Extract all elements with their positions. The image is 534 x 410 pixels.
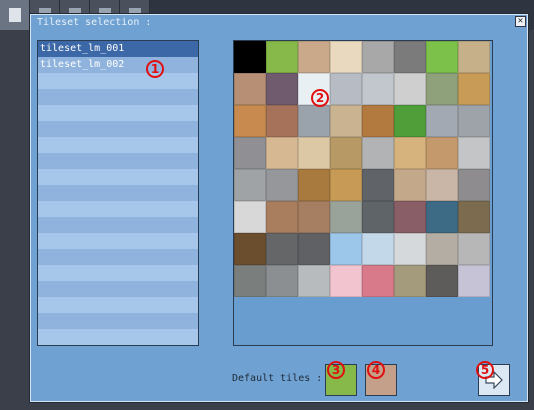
tileset-tile[interactable] [362,201,394,233]
close-button[interactable]: ✕ [515,16,526,27]
tileset-tile[interactable] [362,137,394,169]
tileset-tile[interactable] [394,137,426,169]
tileset-tile[interactable] [298,41,330,73]
tileset-tile[interactable] [362,169,394,201]
tileset-tile[interactable] [426,169,458,201]
tileset-tile[interactable] [298,169,330,201]
tileset-tile[interactable] [394,169,426,201]
tileset-tile[interactable] [458,201,490,233]
tileset-tile[interactable] [426,137,458,169]
tileset-tile[interactable] [394,233,426,265]
tileset-tile[interactable] [362,265,394,297]
tileset-tile[interactable] [394,201,426,233]
tileset-tile[interactable] [234,233,266,265]
tileset-tile[interactable] [234,169,266,201]
tileset-list[interactable]: tileset_lm_001 tileset_lm_002 [37,40,199,346]
tileset-tile[interactable] [330,169,362,201]
default-tiles-label: Default tiles : [232,373,323,384]
tileset-preview [233,40,493,346]
annotation-marker-1: 1 [146,60,164,78]
annotation-marker-5: 5 [476,361,494,379]
tileset-tile[interactable] [330,73,362,105]
tileset-tile[interactable] [234,41,266,73]
tileset-tile[interactable] [234,137,266,169]
tileset-tile[interactable] [298,105,330,137]
tileset-tile[interactable] [266,41,298,73]
tileset-tile[interactable] [266,233,298,265]
tileset-tile[interactable] [330,41,362,73]
tileset-tile[interactable] [330,265,362,297]
tileset-tile[interactable] [394,265,426,297]
tileset-tile[interactable] [298,233,330,265]
tile-grid [234,41,492,299]
tileset-tile[interactable] [330,233,362,265]
list-item[interactable]: tileset_lm_002 [38,57,198,73]
tileset-tile[interactable] [458,41,490,73]
tileset-tile[interactable] [330,137,362,169]
tileset-tile[interactable] [362,233,394,265]
list-item[interactable]: tileset_lm_001 [38,41,198,57]
tileset-tile[interactable] [298,265,330,297]
tileset-tile[interactable] [298,201,330,233]
annotation-marker-4: 4 [367,361,385,379]
tileset-tile[interactable] [362,41,394,73]
tileset-tile[interactable] [362,105,394,137]
tileset-tile[interactable] [266,169,298,201]
tileset-tile[interactable] [458,73,490,105]
tileset-tile[interactable] [426,73,458,105]
dialog-title: Tileset selection : [37,17,152,28]
tileset-tile[interactable] [330,201,362,233]
tileset-tile[interactable] [266,105,298,137]
tileset-tile[interactable] [426,233,458,265]
tileset-tile[interactable] [426,41,458,73]
tileset-tile[interactable] [426,105,458,137]
annotation-marker-3: 3 [327,361,345,379]
tileset-selection-dialog: Tileset selection : ✕ tileset_lm_001 til… [30,14,528,402]
tileset-tile[interactable] [266,201,298,233]
tileset-tile[interactable] [266,73,298,105]
tileset-tile[interactable] [458,169,490,201]
tileset-tile[interactable] [426,201,458,233]
page-icon [9,8,21,22]
tileset-tile[interactable] [458,233,490,265]
tileset-tile[interactable] [394,73,426,105]
tileset-tile[interactable] [330,105,362,137]
tileset-tile[interactable] [298,137,330,169]
tileset-tile[interactable] [266,265,298,297]
tileset-tile[interactable] [458,105,490,137]
tileset-tile[interactable] [394,41,426,73]
tileset-tile[interactable] [266,137,298,169]
tileset-tile[interactable] [234,73,266,105]
annotation-marker-2: 2 [311,89,329,107]
new-map-button[interactable] [0,0,30,30]
tileset-tile[interactable] [234,201,266,233]
tileset-tile[interactable] [458,265,490,297]
tileset-tile[interactable] [426,265,458,297]
tileset-tile[interactable] [458,137,490,169]
tileset-tile[interactable] [234,265,266,297]
tileset-tile[interactable] [362,73,394,105]
tileset-tile[interactable] [394,105,426,137]
tileset-tile[interactable] [234,105,266,137]
